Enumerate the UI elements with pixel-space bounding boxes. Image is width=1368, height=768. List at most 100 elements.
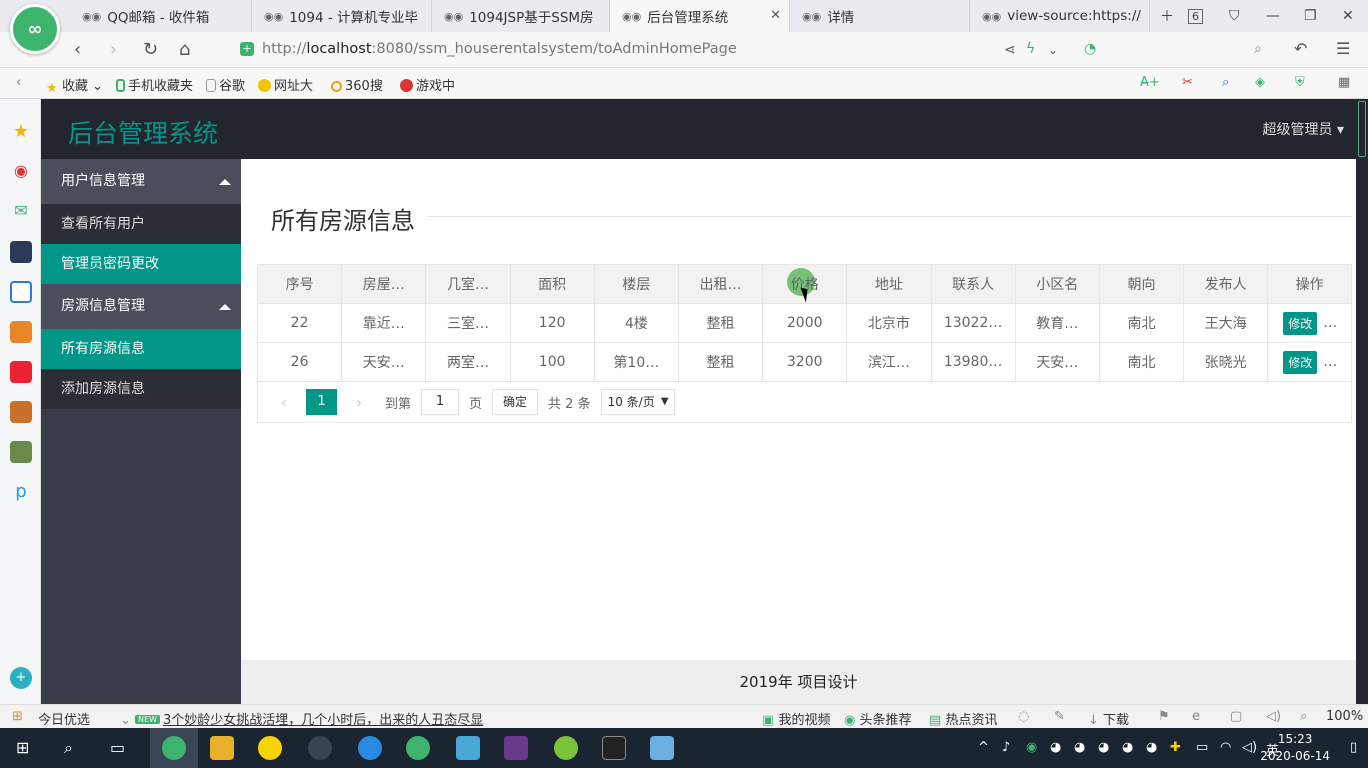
download-link[interactable]: ↓ 下载 — [1088, 709, 1129, 728]
sidebar-toggle-icon[interactable]: ‹ — [16, 75, 21, 90]
wechat-icon[interactable] — [406, 736, 430, 760]
game-avatar-icon[interactable] — [10, 401, 32, 423]
qq-icon[interactable]: ◕ — [1074, 740, 1085, 755]
app-game-icon[interactable] — [504, 736, 528, 760]
wifi-icon[interactable]: ◠ — [1220, 740, 1231, 755]
task-view-icon[interactable]: ▭ — [110, 738, 125, 757]
col-header-publisher[interactable]: 发布人 — [1184, 265, 1269, 303]
goto-page-input[interactable]: 1 — [421, 389, 460, 415]
bookmark-mobile[interactable]: 手机收藏夹 — [116, 75, 193, 94]
today-picks[interactable]: 今日优选 — [38, 709, 90, 728]
ie-icon[interactable]: e — [1192, 709, 1200, 724]
system-clock[interactable]: 15:23 2020-06-14 — [1260, 731, 1330, 765]
current-page[interactable]: 1 — [306, 389, 337, 415]
undo-icon[interactable]: ↶ — [1294, 39, 1307, 58]
window-icon[interactable]: ▢ — [1230, 709, 1242, 724]
col-header-id[interactable]: 序号 — [258, 265, 343, 303]
col-header-contact[interactable]: 联系人 — [932, 265, 1016, 303]
qq-icon[interactable]: ◕ — [1098, 740, 1109, 755]
col-header-community[interactable]: 小区名 — [1016, 265, 1100, 303]
tab-count-badge[interactable]: 6 — [1188, 8, 1203, 24]
free-novel-icon[interactable] — [10, 321, 32, 343]
tab-1094jsp[interactable]: ◉◉ 1094JSP基于SSM房 — [432, 0, 610, 32]
dropdown-chevron-icon[interactable]: ⌄ — [1048, 43, 1058, 57]
xiaohongshu-icon[interactable] — [10, 361, 32, 383]
col-header-area[interactable]: 面积 — [511, 265, 595, 303]
speed-boost-icon[interactable]: ◌ — [1018, 709, 1029, 724]
magnifier-icon[interactable]: ⌕ — [1222, 75, 1229, 90]
sidebar-item-admin-password[interactable]: 管理员密码更改 — [41, 244, 241, 284]
col-header-rent-type[interactable]: 出租… — [679, 265, 764, 303]
admin-user-menu[interactable]: 超级管理员 ▾ — [1263, 119, 1344, 139]
qq-icon[interactable]: ◕ — [1050, 740, 1061, 755]
app-wave-icon[interactable] — [308, 736, 332, 760]
screenshot-scissors-icon[interactable]: ✂ — [1182, 75, 1193, 90]
app-blue-icon[interactable] — [358, 736, 382, 760]
url-field[interactable]: http://localhost:8080/ssm_houserentalsys… — [262, 41, 737, 57]
search-engine-icon[interactable]: ◔ — [1084, 41, 1096, 57]
speed-icon[interactable]: ϟ — [1026, 41, 1035, 57]
reload-icon[interactable]: ↻ — [143, 39, 158, 60]
tray-app-icon[interactable]: ◉ — [1026, 740, 1037, 755]
bookmark-favorites[interactable]: ★ 收藏 ⌄ — [46, 75, 103, 96]
tray-expand-icon[interactable]: ^ — [978, 740, 989, 755]
translate-icon[interactable]: A̶+ — [1140, 75, 1160, 90]
bookmark-360[interactable]: 360搜 — [331, 75, 383, 94]
more-actions[interactable]: … — [1323, 354, 1337, 370]
tab-1094[interactable]: ◉◉ 1094 - 计算机专业毕 — [252, 0, 432, 32]
col-header-orientation[interactable]: 朝向 — [1100, 265, 1185, 303]
file-explorer-icon[interactable] — [210, 736, 234, 760]
windows-start-icon[interactable]: ⊞ — [16, 738, 29, 757]
col-header-floor[interactable]: 楼层 — [595, 265, 679, 303]
tab-qqmail[interactable]: ◉◉ QQ邮箱 - 收件箱 — [70, 0, 252, 32]
p-app-icon[interactable]: p — [10, 481, 32, 503]
tray-plus-icon[interactable]: ✚ — [1170, 740, 1181, 755]
app-meeting-icon[interactable] — [456, 736, 480, 760]
zoom-icon[interactable]: ⌕ — [1300, 709, 1307, 724]
tab-detail[interactable]: ◉◉ 详情 — [790, 0, 970, 32]
terminal-icon[interactable] — [602, 736, 626, 760]
app-green-icon[interactable] — [554, 736, 578, 760]
tab-close-icon[interactable]: ✕ — [770, 8, 781, 23]
apps-grid-icon[interactable]: ▦ — [1338, 75, 1350, 90]
more-actions[interactable]: … — [1323, 315, 1337, 331]
gift-icon[interactable]: ⊞ — [12, 709, 23, 724]
my-video-link[interactable]: ▣ 我的视频 — [762, 709, 830, 728]
bookmark-games[interactable]: 游戏中 — [400, 75, 455, 94]
page-scrollbar[interactable] — [1356, 99, 1368, 704]
sidebar-group-users[interactable]: 用户信息管理 — [41, 159, 241, 204]
gamepad-icon[interactable]: ◈ — [1255, 75, 1265, 90]
sidebar-group-houses[interactable]: 房源信息管理 — [41, 284, 241, 329]
doc-app-icon[interactable] — [10, 281, 32, 303]
bookmark-sites[interactable]: 网址大 — [258, 75, 313, 94]
scrollbar-thumb[interactable] — [1358, 101, 1366, 157]
next-page-icon[interactable]: › — [345, 393, 373, 412]
edit-button[interactable]: 修改 — [1283, 311, 1318, 335]
shield-security-icon[interactable]: ⛨ — [1295, 75, 1305, 90]
page-size-select[interactable]: 10 条/页 ▼ — [600, 389, 675, 415]
app-yellow-icon[interactable] — [258, 736, 282, 760]
speaker-icon[interactable]: ◁) — [1242, 740, 1257, 755]
col-header-rooms[interactable]: 几室… — [426, 265, 511, 303]
close-window-icon[interactable]: ✕ — [1342, 0, 1354, 32]
weibo-icon[interactable]: ◉ — [10, 161, 32, 183]
add-app-icon[interactable]: + — [10, 667, 32, 689]
flag-icon[interactable]: ⚑ — [1158, 709, 1170, 724]
menu-icon[interactable]: ☰ — [1336, 39, 1350, 58]
notification-center-icon[interactable]: ▯ — [1350, 740, 1357, 755]
skin-icon[interactable]: ⛉ — [1229, 0, 1240, 32]
battery-icon[interactable]: ▭ — [1196, 740, 1208, 755]
news-ticker[interactable]: ⌄ NEW 3个妙龄少女挑战活埋，几个小时后，出来的人丑态尽显 — [120, 709, 483, 728]
col-header-address[interactable]: 地址 — [847, 265, 932, 303]
headline-link[interactable]: ◉ 头条推荐 — [844, 709, 912, 728]
pin-icon[interactable]: ✎ — [1054, 709, 1065, 724]
maximize-icon[interactable]: ❐ — [1304, 0, 1317, 32]
home-icon[interactable]: ⌂ — [179, 39, 190, 60]
qq-icon[interactable]: ◕ — [1122, 740, 1133, 755]
prev-page-icon[interactable]: ‹ — [270, 393, 298, 412]
minimize-icon[interactable]: — — [1266, 0, 1280, 32]
zoom-level[interactable]: 100% — [1326, 709, 1363, 724]
tab-admin-active[interactable]: ◉◉ 后台管理系统 ✕ — [610, 0, 790, 32]
pubg-icon[interactable] — [10, 441, 32, 463]
volume-icon[interactable]: ◁) — [1266, 709, 1281, 724]
